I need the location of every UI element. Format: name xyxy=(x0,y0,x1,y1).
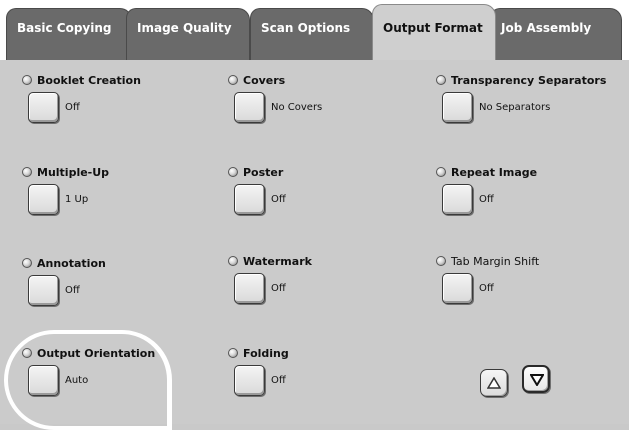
output-orientation-highlight-ring xyxy=(4,330,172,430)
tab-label: Image Quality xyxy=(137,21,232,35)
transparency-separators-button[interactable] xyxy=(442,92,473,123)
watermark-button[interactable] xyxy=(234,273,265,304)
watermark-title: Watermark xyxy=(243,255,312,268)
scroll-down-button[interactable] xyxy=(522,365,550,393)
repeat-image-value: Off xyxy=(479,194,494,205)
tab-output-format[interactable]: Output Format xyxy=(372,4,496,62)
booklet-creation-button[interactable] xyxy=(28,92,59,123)
folding-value: Off xyxy=(271,375,286,386)
tab-basic-copying[interactable]: Basic Copying xyxy=(6,8,132,60)
watermark-value: Off xyxy=(271,283,286,294)
repeat-image-button[interactable] xyxy=(442,184,473,215)
radio-indicator-icon xyxy=(436,256,446,266)
tab-label: Output Format xyxy=(383,21,483,35)
covers-value: No Covers xyxy=(271,102,323,113)
radio-indicator-icon xyxy=(228,75,238,85)
multiple-up-button[interactable] xyxy=(28,184,59,215)
radio-indicator-icon xyxy=(436,75,446,85)
radio-indicator-icon xyxy=(228,348,238,358)
poster-title: Poster xyxy=(243,166,284,179)
multiple-up-value: 1 Up xyxy=(65,194,89,205)
poster-value: Off xyxy=(271,194,286,205)
tab-image-quality[interactable]: Image Quality xyxy=(126,8,250,60)
repeat-image-title: Repeat Image xyxy=(451,166,538,179)
radio-indicator-icon xyxy=(436,167,446,177)
folding-title: Folding xyxy=(243,347,289,360)
transparency-separators-value: No Separators xyxy=(479,102,551,113)
tab-label: Scan Options xyxy=(261,21,351,35)
booklet-creation-title: Booklet Creation xyxy=(37,74,141,87)
transparency-separators-title: Transparency Separators xyxy=(451,74,607,87)
tab-label: Basic Copying xyxy=(17,21,112,35)
covers-title: Covers xyxy=(243,74,286,87)
tab-job-assembly[interactable]: Job Assembly xyxy=(490,8,622,60)
tab-bar: Basic Copying Image Quality Scan Options… xyxy=(0,0,629,62)
scroll-up-button[interactable] xyxy=(480,369,508,397)
radio-indicator-icon xyxy=(22,258,32,268)
tab-margin-shift-button[interactable] xyxy=(442,273,473,304)
triangle-up-icon xyxy=(487,377,501,389)
radio-indicator-icon xyxy=(228,167,238,177)
radio-indicator-icon xyxy=(22,167,32,177)
radio-indicator-icon xyxy=(228,256,238,266)
tab-scan-options[interactable]: Scan Options xyxy=(250,8,374,60)
annotation-title: Annotation xyxy=(37,257,106,270)
annotation-value: Off xyxy=(65,285,80,296)
multiple-up-title: Multiple-Up xyxy=(37,166,110,179)
folding-button[interactable] xyxy=(234,365,265,396)
covers-button[interactable] xyxy=(234,92,265,123)
booklet-creation-value: Off xyxy=(65,102,80,113)
tab-label: Job Assembly xyxy=(501,21,592,35)
annotation-button[interactable] xyxy=(28,275,59,306)
radio-indicator-icon xyxy=(22,75,32,85)
poster-button[interactable] xyxy=(234,184,265,215)
triangle-down-icon xyxy=(530,374,544,386)
tab-margin-shift-value: Off xyxy=(479,283,494,294)
tab-margin-shift-title: Tab Margin Shift xyxy=(451,255,540,268)
